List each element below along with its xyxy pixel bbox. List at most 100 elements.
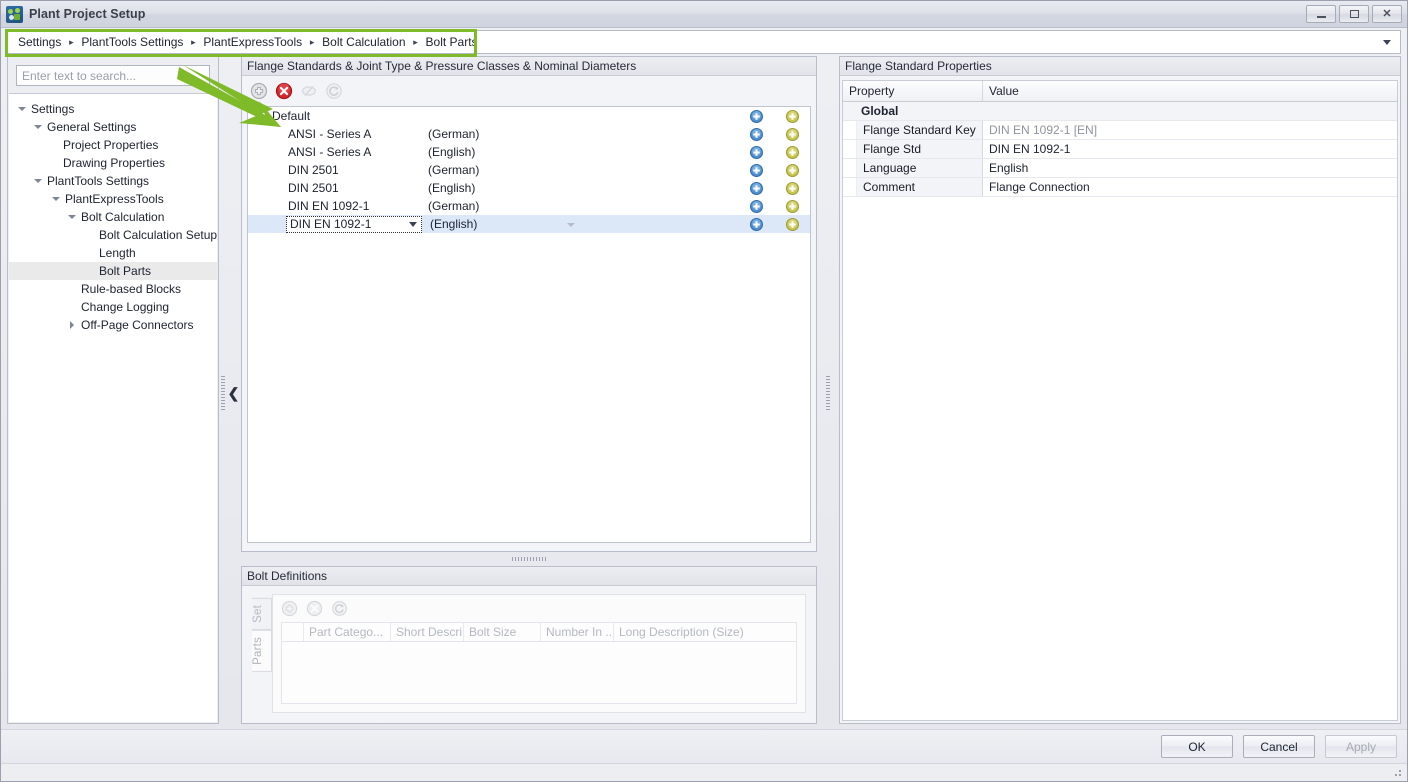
properties-header: Property Value [843, 81, 1397, 102]
tab-set[interactable]: Set [252, 598, 272, 630]
column-header[interactable] [282, 623, 304, 641]
flange-row-language[interactable]: (English) [428, 217, 593, 231]
close-button[interactable]: ✕ [1372, 5, 1402, 23]
property-row-comment[interactable]: Comment Flange Connection [843, 178, 1397, 197]
chevron-down-icon[interactable] [405, 221, 421, 227]
flange-row-ansi-series-a-english[interactable]: ANSI - Series A (English) [248, 143, 810, 161]
tree-item-plantexpresstools[interactable]: PlantExpressTools [9, 190, 217, 208]
property-group-global[interactable]: Global [843, 102, 1397, 121]
tree-item-general-settings[interactable]: General Settings [9, 118, 217, 136]
bolt-definitions-body: Set Parts Part Catego... Short Descri Bo… [242, 586, 816, 723]
tree-item-label: Change Logging [81, 300, 170, 314]
add-nominal-diameter-icon[interactable] [774, 217, 810, 231]
splitter-grip[interactable] [512, 557, 546, 561]
breadcrumb[interactable]: Settings ▸ PlantTools Settings ▸ PlantEx… [7, 30, 1401, 54]
left-splitter[interactable]: ❮ [219, 56, 241, 729]
tree-item-settings[interactable]: Settings [9, 100, 217, 118]
resize-grip-icon[interactable] [1391, 766, 1403, 778]
delete-flange-standard-button[interactable] [275, 82, 293, 100]
tab-parts[interactable]: Parts [252, 629, 272, 672]
chevron-left-icon[interactable]: ❮ [228, 386, 240, 400]
breadcrumb-item-bolt-calculation[interactable]: Bolt Calculation [320, 35, 407, 49]
flange-row-din-en-1092-1-english[interactable]: DIN EN 1092-1 (English) [248, 215, 810, 233]
flange-row-din-2501-english[interactable]: DIN 2501 (English) [248, 179, 810, 197]
add-bolt-part-button[interactable] [281, 600, 299, 618]
property-row-language[interactable]: Language English [843, 159, 1397, 178]
flange-row-name: DIN 2501 [288, 163, 339, 177]
add-nominal-diameter-icon[interactable] [774, 199, 810, 213]
tree-item-bolt-calculation-setup[interactable]: Bolt Calculation Setup [9, 226, 217, 244]
property-row-flange-standard-key[interactable]: Flange Standard Key DIN EN 1092-1 [EN] [843, 121, 1397, 140]
property-value[interactable]: DIN EN 1092-1 [983, 140, 1397, 158]
ok-button[interactable]: OK [1161, 735, 1233, 758]
add-nominal-diameter-icon[interactable] [774, 145, 810, 159]
breadcrumb-item-bolt-parts[interactable]: Bolt Parts [424, 35, 480, 49]
column-header-value[interactable]: Value [983, 81, 1397, 101]
cancel-button[interactable]: Cancel [1243, 735, 1315, 758]
flange-row-ansi-series-a-german[interactable]: ANSI - Series A (German) [248, 125, 810, 143]
breadcrumb-item-planttools-settings[interactable]: PlantTools Settings [79, 35, 185, 49]
breadcrumb-item-settings[interactable]: Settings [16, 35, 63, 49]
splitter-grip[interactable] [826, 375, 830, 410]
add-row-icon[interactable] [738, 109, 774, 123]
property-row-flange-std[interactable]: Flange Std DIN EN 1092-1 [843, 140, 1397, 159]
chevron-down-icon[interactable] [1378, 32, 1396, 52]
tree-item-planttools-settings[interactable]: PlantTools Settings [9, 172, 217, 190]
tree-item-off-page-connectors[interactable]: Off-Page Connectors [9, 316, 217, 334]
caret-right-icon[interactable] [65, 321, 79, 329]
flange-row-din-2501-german[interactable]: DIN 2501 (German) [248, 161, 810, 179]
tree-item-project-properties[interactable]: Project Properties [9, 136, 217, 154]
flange-row-default[interactable]: Default [248, 107, 810, 125]
flange-standard-combo-box[interactable]: DIN EN 1092-1 [286, 215, 422, 233]
refresh-bolt-parts-button[interactable] [331, 600, 349, 618]
property-value[interactable]: Flange Connection [983, 178, 1397, 196]
caret-down-icon[interactable] [15, 107, 29, 111]
column-header-property[interactable]: Property [843, 81, 983, 101]
column-header-short-description[interactable]: Short Descri... [391, 623, 464, 641]
flange-standards-list[interactable]: Default ANSI - Series A (German) ANSI - … [247, 106, 811, 543]
tree-item-bolt-parts[interactable]: Bolt Parts [9, 262, 217, 280]
chevron-down-icon[interactable] [567, 223, 575, 227]
add-row-icon[interactable] [738, 163, 774, 177]
tree-item-change-logging[interactable]: Change Logging [9, 298, 217, 316]
add-nominal-diameter-icon[interactable] [774, 181, 810, 195]
breadcrumb-item-plantexpresstools[interactable]: PlantExpressTools [201, 35, 304, 49]
splitter-grip[interactable] [220, 375, 225, 410]
tree-item-bolt-calculation[interactable]: Bolt Calculation [9, 208, 217, 226]
add-flange-standard-button[interactable] [250, 82, 268, 100]
add-row-icon[interactable] [738, 127, 774, 141]
add-row-icon[interactable] [738, 217, 774, 231]
row-indent [843, 159, 857, 177]
add-row-icon[interactable] [738, 145, 774, 159]
caret-down-icon[interactable] [31, 125, 45, 129]
horizontal-splitter[interactable] [241, 552, 817, 566]
tree-item-length[interactable]: Length [9, 244, 217, 262]
add-nominal-diameter-icon[interactable] [774, 109, 810, 123]
minimize-button[interactable] [1306, 5, 1336, 23]
settings-tree[interactable]: Settings General Settings Project Proper… [9, 93, 217, 722]
delete-bolt-part-button[interactable] [306, 600, 324, 618]
maximize-button[interactable] [1339, 5, 1369, 23]
add-row-icon[interactable] [738, 181, 774, 195]
caret-down-icon[interactable] [31, 179, 45, 183]
property-value[interactable]: English [983, 159, 1397, 177]
add-nominal-diameter-icon[interactable] [774, 127, 810, 141]
caret-down-icon[interactable] [49, 197, 63, 201]
flange-row-din-en-1092-1-german[interactable]: DIN EN 1092-1 (German) [248, 197, 810, 215]
tree-item-drawing-properties[interactable]: Drawing Properties [9, 154, 217, 172]
status-bar [1, 763, 1407, 781]
bolt-parts-table[interactable]: Part Catego... Short Descri... Bolt Size… [281, 622, 797, 704]
flange-row-language: (German) [428, 199, 480, 213]
tree-item-rule-based-blocks[interactable]: Rule-based Blocks [9, 280, 217, 298]
add-row-icon[interactable] [738, 199, 774, 213]
caret-down-icon[interactable] [65, 215, 79, 219]
right-splitter[interactable] [817, 56, 839, 729]
flange-standard-combo[interactable]: DIN EN 1092-1 [286, 215, 428, 233]
column-header-bolt-size[interactable]: Bolt Size [464, 623, 541, 641]
column-header-long-description[interactable]: Long Description (Size) [614, 623, 796, 641]
add-nominal-diameter-icon[interactable] [774, 163, 810, 177]
column-header-number-in[interactable]: Number In ... [541, 623, 614, 641]
properties-grid[interactable]: Property Value Global Flange Standard Ke… [842, 80, 1398, 721]
search-input[interactable] [16, 65, 210, 86]
column-header-part-category[interactable]: Part Catego... [304, 623, 391, 641]
